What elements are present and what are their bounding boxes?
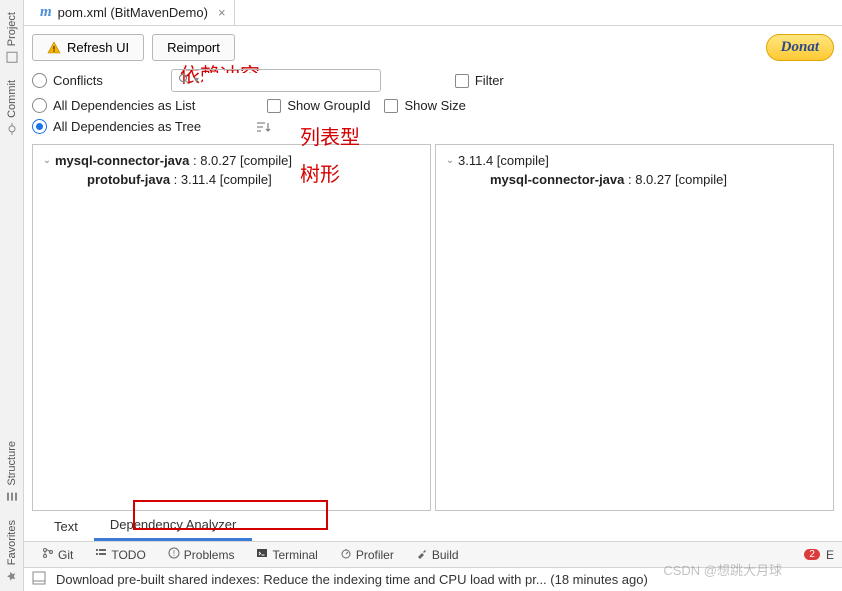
artifact-label: mysql-connector-java : 8.0.27 [compile] [55, 153, 292, 168]
rail-favorites-label: Favorites [6, 520, 18, 565]
donate-label: Donat [781, 39, 819, 55]
rail-favorites[interactable]: Favorites [5, 512, 19, 591]
artifact-label: 3.11.4 [compile] [458, 153, 549, 168]
notification-badge[interactable]: 2 [804, 549, 820, 560]
layout-icon[interactable] [32, 571, 46, 588]
radio-all-tree[interactable]: All Dependencies as Tree [32, 119, 201, 134]
commit-icon [5, 122, 19, 136]
hammer-icon [416, 547, 428, 562]
warning-icon [47, 41, 61, 55]
filter-row-2: All Dependencies as List Show GroupId Sh… [24, 98, 842, 119]
filter-row-3: All Dependencies as Tree [24, 119, 842, 140]
artifact-label: protobuf-java : 3.11.4 [compile] [87, 172, 272, 187]
file-tab-label: pom.xml (BitMavenDemo) [58, 5, 208, 20]
sort-icon[interactable] [255, 120, 271, 134]
checkbox-show-groupid-label: Show GroupId [287, 98, 370, 113]
tool-build-label: Build [432, 548, 459, 562]
rail-commit-label: Commit [6, 80, 18, 118]
content-area: m pom.xml (BitMavenDemo) × Refresh UI Re… [24, 0, 842, 591]
tree-panel-right[interactable]: ⌄3.11.4 [compile] mysql-connector-java : … [435, 144, 834, 511]
radio-all-list-label: All Dependencies as List [53, 98, 195, 113]
rail-project-label: Project [6, 12, 18, 46]
reimport-label: Reimport [167, 40, 220, 55]
list-icon [95, 547, 107, 562]
tool-profiler-label: Profiler [356, 548, 394, 562]
checkbox-filter[interactable]: Filter [455, 73, 504, 88]
chevron-down-icon: ⌄ [444, 155, 456, 166]
tree-row[interactable]: protobuf-java : 3.11.4 [compile] [37, 170, 426, 189]
tool-profiler[interactable]: Profiler [330, 542, 404, 567]
checkbox-filter-label: Filter [475, 73, 504, 88]
file-tab-pom[interactable]: m pom.xml (BitMavenDemo) × [32, 0, 235, 25]
extra-indicator: E [826, 548, 834, 562]
artifact-label: mysql-connector-java : 8.0.27 [compile] [490, 172, 727, 187]
rail-structure[interactable]: Structure [5, 433, 19, 512]
tree-row[interactable]: ⌄mysql-connector-java : 8.0.27 [compile] [37, 151, 426, 170]
tool-todo[interactable]: TODO [85, 542, 155, 567]
structure-icon [5, 490, 19, 504]
tab-dependency-analyzer[interactable]: Dependency Analyzer [94, 511, 252, 541]
git-branch-icon [42, 547, 54, 562]
tab-text[interactable]: Text [38, 513, 94, 540]
rail-project[interactable]: Project [5, 4, 19, 72]
tree-panel-left[interactable]: ⌄mysql-connector-java : 8.0.27 [compile]… [32, 144, 431, 511]
tree-row[interactable]: ⌄3.11.4 [compile] [440, 151, 829, 170]
radio-conflicts[interactable]: Conflicts [32, 73, 103, 88]
refresh-ui-button[interactable]: Refresh UI [32, 34, 144, 61]
editor-bottom-tabs: Text Dependency Analyzer [24, 511, 842, 541]
chevron-down-icon[interactable]: ▾ [194, 75, 199, 86]
tool-git-label: Git [58, 548, 73, 562]
checkbox-show-groupid[interactable]: Show GroupId [267, 98, 370, 113]
search-input-wrap[interactable]: ▾ [171, 69, 381, 92]
status-bar: Download pre-built shared indexes: Reduc… [24, 567, 842, 591]
close-icon[interactable]: × [218, 5, 226, 20]
filter-row-1: Conflicts ▾ Filter [24, 69, 842, 98]
tool-terminal[interactable]: Terminal [246, 542, 327, 567]
checkbox-show-size[interactable]: Show Size [384, 98, 465, 113]
search-input[interactable] [203, 73, 379, 88]
project-icon [5, 50, 19, 64]
editor-tab-bar: m pom.xml (BitMavenDemo) × [24, 0, 842, 26]
status-message: Download pre-built shared indexes: Reduc… [56, 572, 648, 587]
left-tool-rail: Project Commit Structure Favorites [0, 0, 24, 591]
maven-file-icon: m [40, 4, 52, 21]
checkbox-show-size-label: Show Size [404, 98, 465, 113]
tree-row[interactable]: mysql-connector-java : 8.0.27 [compile] [440, 170, 829, 189]
star-icon [5, 569, 19, 583]
svg-text:!: ! [173, 549, 175, 558]
analyzer-toolbar: Refresh UI Reimport Donat [24, 26, 842, 69]
refresh-ui-label: Refresh UI [67, 40, 129, 55]
tool-terminal-label: Terminal [272, 548, 317, 562]
dependency-trees: ⌄mysql-connector-java : 8.0.27 [compile]… [32, 144, 834, 511]
tool-problems[interactable]: ! Problems [158, 542, 245, 567]
donate-button[interactable]: Donat [766, 34, 834, 61]
chevron-down-icon: ⌄ [41, 155, 53, 166]
bottom-toolwindow-bar: Git TODO ! Problems Terminal Profiler Bu… [24, 541, 842, 567]
reimport-button[interactable]: Reimport [152, 34, 235, 61]
search-icon [178, 73, 190, 88]
rail-structure-label: Structure [6, 441, 18, 486]
tool-todo-label: TODO [111, 548, 145, 562]
rail-commit[interactable]: Commit [5, 72, 19, 144]
radio-all-list[interactable]: All Dependencies as List [32, 98, 195, 113]
radio-conflicts-label: Conflicts [53, 73, 103, 88]
radio-all-tree-label: All Dependencies as Tree [53, 119, 201, 134]
tool-build[interactable]: Build [406, 542, 469, 567]
terminal-icon [256, 547, 268, 562]
tool-problems-label: Problems [184, 548, 235, 562]
profiler-icon [340, 547, 352, 562]
error-icon: ! [168, 547, 180, 562]
tool-git[interactable]: Git [32, 542, 83, 567]
